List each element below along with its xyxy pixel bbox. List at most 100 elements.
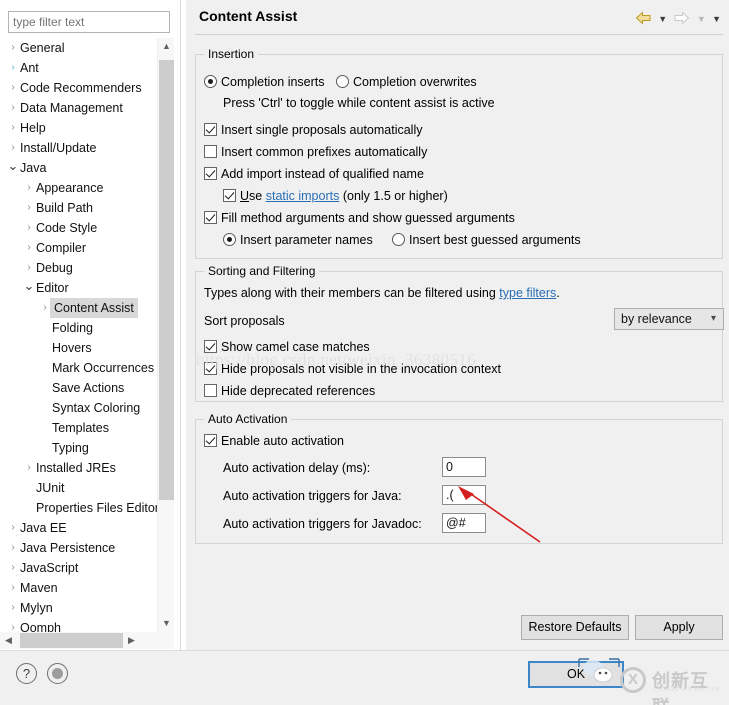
chevron-right-icon[interactable]: › (22, 258, 36, 278)
pane-divider (180, 0, 181, 650)
insert-common-prefixes-checkbox[interactable]: Insert common prefixes automatically (204, 145, 427, 159)
apply-button[interactable]: Apply (635, 615, 723, 640)
restore-defaults-button[interactable]: Restore Defaults (521, 615, 629, 640)
tree-horizontal-scrollbar[interactable]: ◀ ▶ (0, 632, 174, 649)
chevron-right-icon[interactable]: › (6, 558, 20, 578)
tree-item-hovers[interactable]: Hovers (0, 338, 157, 358)
chevron-right-icon[interactable]: › (6, 138, 20, 158)
chevron-right-icon[interactable]: › (6, 538, 20, 558)
tree-item-editor[interactable]: ⌄ Editor (0, 278, 157, 298)
hide-deprecated-checkbox[interactable]: Hide deprecated references (204, 384, 375, 398)
tree-item-mark-occurrences[interactable]: Mark Occurrences (0, 358, 157, 378)
auto-activation-javadoc-input[interactable]: @# (442, 513, 486, 533)
type-filters-link[interactable]: type filters (499, 286, 556, 300)
chevron-right-icon[interactable]: › (6, 98, 20, 118)
static-imports-link[interactable]: static imports (266, 189, 340, 203)
type-filters-description-suffix: . (556, 286, 560, 300)
scroll-up-icon[interactable]: ▲ (158, 38, 175, 55)
back-arrow-icon[interactable] (635, 10, 652, 28)
chevron-right-icon[interactable]: › (22, 458, 36, 478)
chevron-right-icon[interactable]: › (22, 198, 36, 218)
tree-item-help[interactable]: › Help (0, 118, 157, 138)
tree-item-mylyn[interactable]: › Mylyn (0, 598, 157, 618)
preferences-tree[interactable]: › General › Ant › Code Recommenders › Data Mana… (0, 38, 157, 632)
tree-item-folding[interactable]: Folding (0, 318, 157, 338)
back-history-chevron-down-icon[interactable]: ▼ (658, 10, 667, 28)
fill-method-arguments-checkbox[interactable]: Fill method arguments and show guessed a… (204, 211, 515, 225)
tree-item-content-assist[interactable]: › Content Assist (0, 298, 157, 318)
chevron-right-icon[interactable]: › (6, 78, 20, 98)
tree-item-debug[interactable]: › Debug (0, 258, 157, 278)
tree-item-templates[interactable]: Templates (0, 418, 157, 438)
tree-item-compiler[interactable]: › Compiler (0, 238, 157, 258)
page-menu-chevron-down-icon[interactable]: ▼ (712, 10, 721, 28)
tree-item-label: Data Management (20, 101, 123, 115)
tree-item-properties-files-editor[interactable]: Properties Files Editor (0, 498, 157, 518)
tree-item-code-style[interactable]: › Code Style (0, 218, 157, 238)
auto-activation-java-input[interactable]: .( (442, 485, 486, 505)
tree-item-java-persistence[interactable]: › Java Persistence (0, 538, 157, 558)
tree-item-install-update[interactable]: › Install/Update (0, 138, 157, 158)
tree-item-typing[interactable]: Typing (0, 438, 157, 458)
ok-button[interactable]: OK (528, 661, 624, 688)
tree-item-data-management[interactable]: › Data Management (0, 98, 157, 118)
tree-item-label: Java (20, 161, 47, 175)
tree-item-save-actions[interactable]: Save Actions (0, 378, 157, 398)
tree-item-java[interactable]: ⌄ Java (0, 158, 157, 178)
tree-item-syntax-coloring[interactable]: Syntax Coloring (0, 398, 157, 418)
insert-single-proposals-checkbox[interactable]: Insert single proposals automatically (204, 123, 423, 137)
hide-not-visible-checkbox[interactable]: Hide proposals not visible in the invoca… (204, 362, 501, 376)
use-static-imports-checkbox[interactable]: Use static imports (only 1.5 or higher) (223, 189, 448, 203)
completion-overwrites-radio[interactable]: Completion overwrites (336, 75, 477, 89)
scroll-right-icon[interactable]: ▶ (123, 632, 140, 649)
chevron-down-icon[interactable]: ⌄ (22, 278, 36, 294)
tree-item-build-path[interactable]: › Build Path (0, 198, 157, 218)
chevron-right-icon[interactable]: › (22, 178, 36, 198)
tree-item-label: Java EE (20, 521, 67, 535)
tree-item-code-recommenders[interactable]: › Code Recommenders (0, 78, 157, 98)
chevron-right-icon[interactable]: › (22, 218, 36, 238)
tree-item-label: Installed JREs (36, 461, 116, 475)
tree-item-javascript[interactable]: › JavaScript (0, 558, 157, 578)
add-import-checkbox[interactable]: Add import instead of qualified name (204, 167, 424, 181)
sort-proposals-select[interactable]: by relevance ▾ (614, 308, 724, 330)
radio-indicator-icon (223, 233, 236, 246)
show-camel-case-checkbox[interactable]: Show camel case matches (204, 340, 370, 354)
chevron-right-icon[interactable]: › (6, 618, 20, 632)
scroll-left-icon[interactable]: ◀ (0, 632, 17, 649)
tree-item-label: Properties Files Editor (36, 501, 157, 515)
tree-item-java-ee[interactable]: › Java EE (0, 518, 157, 538)
tree-item-general[interactable]: › General (0, 38, 157, 58)
chevron-right-icon[interactable]: › (6, 38, 20, 58)
tree-item-ant[interactable]: › Ant (0, 58, 157, 78)
chevron-right-icon[interactable]: › (6, 58, 20, 78)
tree-item-junit[interactable]: JUnit (0, 478, 157, 498)
insert-best-guessed-radio[interactable]: Insert best guessed arguments (392, 233, 581, 247)
tree-item-label: Save Actions (52, 381, 125, 395)
insert-parameter-names-radio[interactable]: Insert parameter names (223, 233, 373, 247)
tree-item-installed-jres[interactable]: › Installed JREs (0, 458, 157, 478)
completion-inserts-radio[interactable]: Completion inserts (204, 75, 325, 89)
chevron-down-icon[interactable]: ⌄ (6, 158, 20, 174)
chevron-right-icon[interactable]: › (6, 118, 20, 138)
tree-horizontal-scroll-thumb[interactable] (20, 633, 123, 648)
tree-vertical-scrollbar[interactable]: ▲ ▼ (157, 38, 174, 632)
filter-input[interactable] (8, 11, 170, 33)
scroll-down-icon[interactable]: ▼ (158, 615, 175, 632)
forward-arrow-icon[interactable] (673, 10, 690, 28)
page-header: Content Assist ▼ ▼ ▼ (189, 0, 729, 35)
tree-item-appearance[interactable]: › Appearance (0, 178, 157, 198)
record-dot-icon[interactable] (47, 663, 68, 684)
sort-proposals-value: by relevance (621, 312, 692, 326)
tree-vertical-scroll-thumb[interactable] (159, 60, 174, 500)
forward-history-chevron-down-icon[interactable]: ▼ (697, 10, 706, 28)
tree-item-oomph[interactable]: › Oomph (0, 618, 157, 632)
enable-auto-activation-checkbox[interactable]: Enable auto activation (204, 434, 344, 448)
question-mark-icon[interactable]: ? (16, 663, 37, 684)
chevron-right-icon[interactable]: › (22, 238, 36, 258)
chevron-right-icon[interactable]: › (6, 598, 20, 618)
chevron-right-icon[interactable]: › (6, 518, 20, 538)
chevron-right-icon[interactable]: › (6, 578, 20, 598)
tree-item-maven[interactable]: › Maven (0, 578, 157, 598)
auto-activation-delay-input[interactable]: 0 (442, 457, 486, 477)
